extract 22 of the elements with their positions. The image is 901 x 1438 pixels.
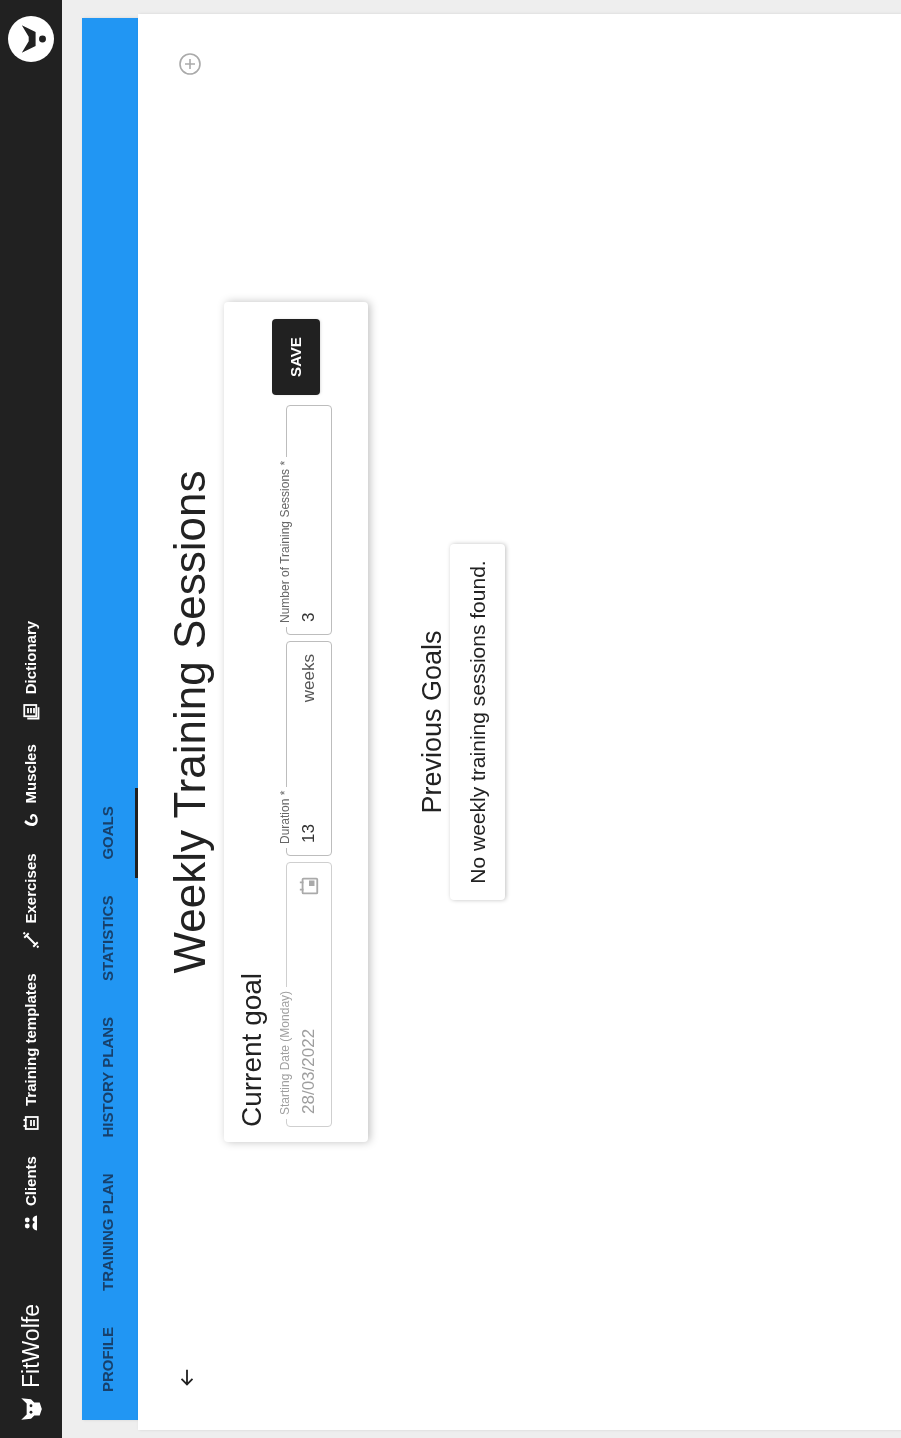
field-value: 3: [298, 612, 320, 622]
nav-link[interactable]: Training templates: [19, 973, 43, 1133]
nav-link[interactable]: Exercises: [19, 853, 43, 950]
nav-link[interactable]: Clients: [19, 1156, 43, 1233]
unit-suffix: weeks: [298, 654, 320, 703]
avatar-icon[interactable]: [8, 16, 54, 62]
section-title: Previous Goals: [416, 630, 448, 814]
people-icon: [22, 1214, 40, 1233]
field-label: Starting Date (Monday): [277, 986, 293, 1119]
nav-link[interactable]: Dictionary: [19, 620, 43, 721]
field-label: Number of Training Sessions *: [277, 456, 293, 627]
list-icon: [22, 702, 40, 721]
dumbbell-icon: [22, 931, 40, 950]
page-title: Weekly Training Sessions: [164, 470, 215, 974]
empty-message: No weekly training sessions found.: [450, 544, 505, 900]
field-value: 28/03/2022: [298, 1028, 320, 1114]
field-value: 13: [298, 824, 320, 843]
calendar-icon: [22, 1114, 40, 1133]
card-title: Current goal: [236, 971, 268, 1127]
save-button[interactable]: SAVE: [272, 319, 320, 395]
nav-link[interactable]: Muscles: [19, 744, 43, 830]
brand-name[interactable]: FitWolfe: [13, 1304, 49, 1388]
